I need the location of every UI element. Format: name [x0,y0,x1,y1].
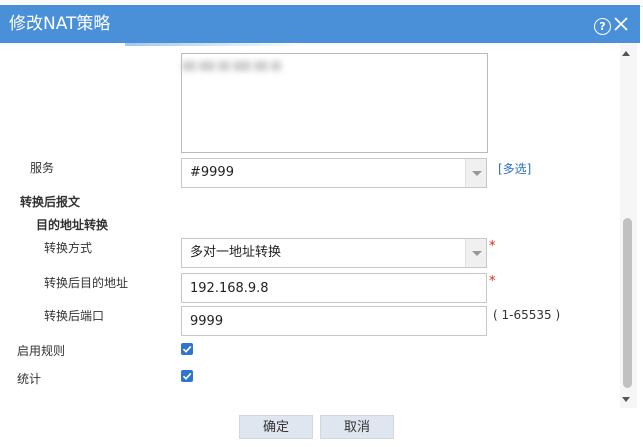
cancel-button[interactable]: 取消 [320,415,394,439]
translation-mode-value: 多对一地址转换 [190,245,282,260]
translated-dest-address-input[interactable] [181,273,487,303]
dialog-title: 修改NAT策略 [9,14,111,34]
statistics-label: 统计 [17,372,42,386]
checkmark-icon [182,345,192,353]
dialog-title-bar[interactable]: 修改NAT策略 ? [0,5,640,43]
translation-mode-label: 转换方式 [44,241,93,255]
section-translated-packet: 转换后报文 [20,195,81,209]
chevron-down-icon [472,171,482,176]
title-shadow [125,40,305,46]
service-select[interactable]: #9999 [181,158,487,188]
statistics-checkbox[interactable] [181,370,193,382]
checkmark-icon [182,372,192,380]
multi-select-link[interactable]: [多选] [498,160,531,177]
translated-port-input[interactable] [181,306,487,336]
required-marker: * [489,239,496,254]
translated-port-label: 转换后端口 [44,309,105,323]
chevron-down-icon [472,251,482,256]
redacted-text [182,60,302,76]
enable-rule-checkbox[interactable] [181,343,193,355]
service-dropdown-button[interactable] [465,159,486,187]
translation-mode-dropdown-button[interactable] [465,239,486,267]
enable-rule-label: 启用规则 [17,344,66,358]
scrollbar-thumb[interactable] [623,218,632,388]
required-marker: * [489,274,496,289]
service-label: 服务 [30,161,55,175]
help-icon[interactable]: ? [594,18,611,35]
service-value: #9999 [190,165,234,180]
port-range-hint: ( 1-65535 ) [493,308,561,322]
scroll-down-arrow-icon[interactable] [622,397,630,402]
translated-dest-address-label: 转换后目的地址 [44,276,129,290]
close-icon[interactable] [612,14,630,34]
ok-button[interactable]: 确定 [239,415,313,439]
scroll-up-arrow-icon[interactable] [622,51,630,56]
subsection-dest-translation: 目的地址转换 [36,218,109,232]
translation-mode-select[interactable]: 多对一地址转换 [181,238,487,268]
